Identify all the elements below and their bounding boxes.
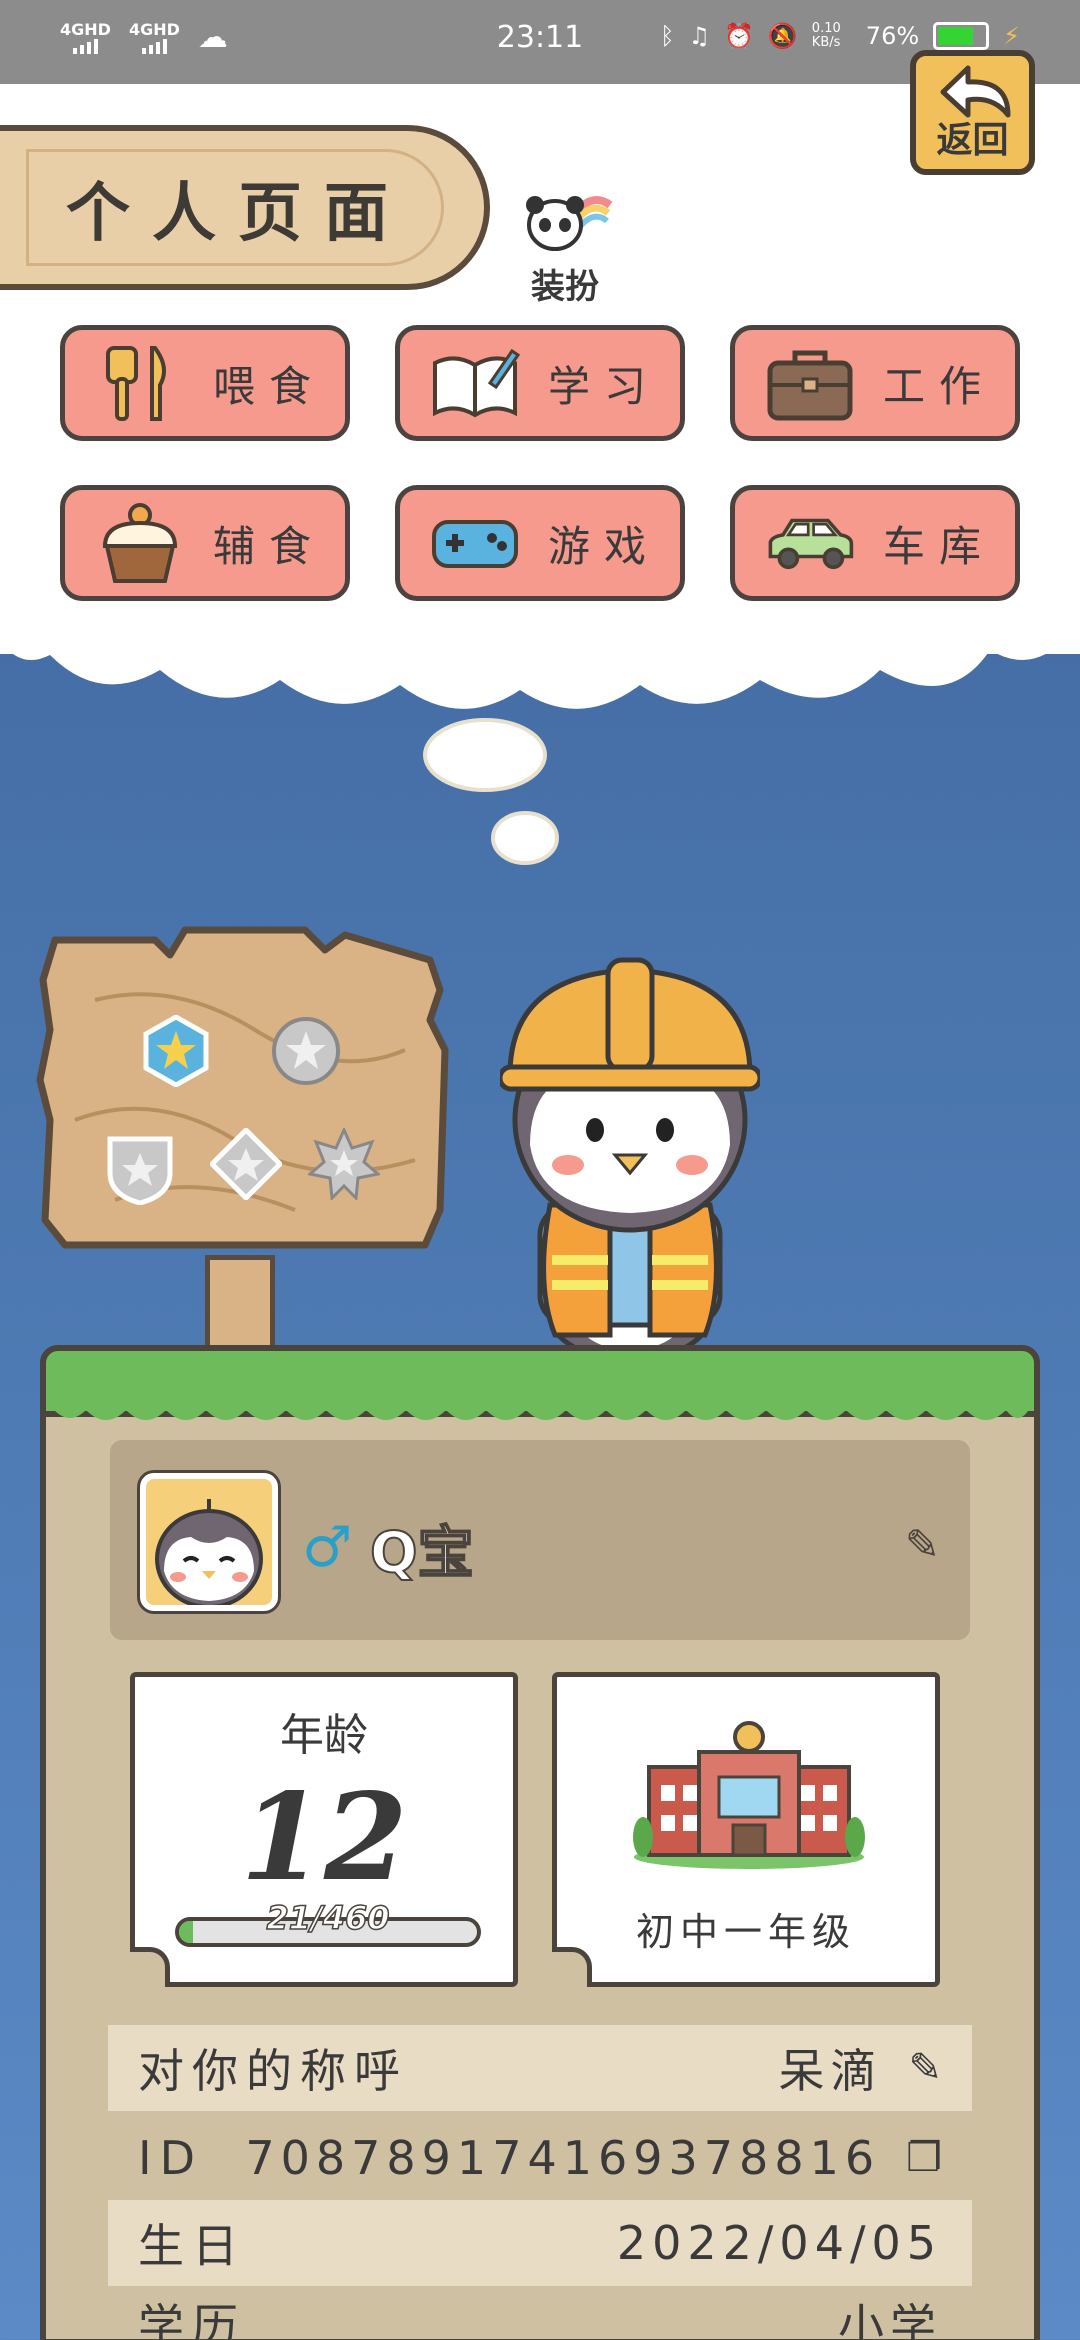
battery-icon bbox=[933, 22, 990, 51]
profile-card: ♂ Q宝 ✎ bbox=[110, 1440, 970, 1640]
nickname-label: 对你的称呼 bbox=[138, 2044, 408, 2098]
school-card[interactable]: 初中一年级 bbox=[552, 1672, 940, 1987]
edit-icon[interactable]: ✎ bbox=[908, 2045, 942, 2091]
badge-star-gold-icon[interactable] bbox=[140, 1015, 212, 1087]
education-row: 学历 小学 bbox=[108, 2290, 972, 2340]
page-title-banner: 个人页面 bbox=[0, 125, 490, 290]
id-value: 708789174169378816 bbox=[245, 2131, 881, 2185]
birthday-label: 生日 bbox=[138, 2219, 246, 2273]
back-label: 返回 bbox=[936, 120, 1009, 161]
book-pen-icon bbox=[430, 343, 520, 423]
mute-icon: 🔕 bbox=[767, 22, 798, 51]
badge-shield-gray-icon[interactable] bbox=[104, 1133, 176, 1205]
education-label: 学历 bbox=[138, 2299, 246, 2340]
age-progress-text: 21/460 bbox=[266, 1898, 391, 1938]
page-fold bbox=[552, 1947, 592, 1987]
nickname-value: 呆滴 bbox=[778, 2044, 883, 2098]
charging-icon: ⚡ bbox=[1003, 22, 1020, 51]
snack-button[interactable]: 辅食 bbox=[60, 485, 350, 601]
penguin-avatar-icon bbox=[155, 1499, 263, 1605]
garage-button[interactable]: 车库 bbox=[730, 485, 1020, 601]
copy-icon[interactable]: ❐ bbox=[906, 2135, 942, 2181]
badge-burst-gray-icon[interactable] bbox=[308, 1128, 380, 1200]
male-icon: ♂ bbox=[302, 1515, 353, 1580]
gamepad-icon bbox=[430, 503, 520, 583]
birthday-value: 2022/04/05 bbox=[616, 2216, 942, 2270]
education-value: 小学 bbox=[838, 2299, 942, 2340]
dress-up-button[interactable]: 装扮 bbox=[510, 185, 620, 308]
net-speed: 0.10 KB/s bbox=[811, 21, 841, 51]
back-button[interactable]: 返回 bbox=[910, 50, 1035, 175]
feed-button[interactable]: 喂食 bbox=[60, 325, 350, 441]
panda-rainbow-icon bbox=[526, 196, 613, 251]
alarm-icon: ⏰ bbox=[724, 22, 754, 51]
school-building-icon bbox=[633, 1721, 865, 1869]
signboard-post bbox=[205, 1255, 275, 1355]
dress-up-label: 装扮 bbox=[531, 267, 599, 307]
badge-diamond-gray-icon[interactable] bbox=[210, 1128, 282, 1200]
study-button[interactable]: 学习 bbox=[395, 325, 685, 441]
age-value: 12 bbox=[240, 1767, 408, 1908]
headphones-icon: ♫ bbox=[688, 22, 711, 51]
work-button[interactable]: 工作 bbox=[730, 325, 1020, 441]
penguin-character[interactable] bbox=[500, 955, 760, 1375]
nickname-row: 对你的称呼 呆滴 ✎ bbox=[108, 2025, 972, 2111]
cupcake-icon bbox=[95, 502, 185, 583]
age-label: 年龄 bbox=[280, 1710, 368, 1761]
bluetooth-icon: ᛒ bbox=[660, 22, 675, 51]
id-label: ID bbox=[138, 2131, 203, 2185]
fork-knife-icon bbox=[95, 343, 185, 423]
car-icon bbox=[765, 503, 855, 583]
badge-flower-gray-icon[interactable] bbox=[270, 1015, 342, 1087]
pet-name: Q宝 bbox=[369, 1520, 475, 1587]
grass-edge bbox=[46, 1400, 1034, 1420]
game-button[interactable]: 游戏 bbox=[395, 485, 685, 601]
edit-icon[interactable]: ✎ bbox=[905, 1520, 940, 1569]
thought-bubble-small bbox=[423, 718, 547, 792]
badge-signboard[interactable] bbox=[35, 920, 455, 1265]
avatar[interactable] bbox=[140, 1473, 278, 1611]
page-fold bbox=[130, 1947, 170, 1987]
briefcase-icon bbox=[765, 343, 855, 423]
birthday-row: 生日 2022/04/05 bbox=[108, 2200, 972, 2286]
grade-label: 初中一年级 bbox=[635, 1910, 856, 1954]
battery-percent: 76% bbox=[865, 22, 920, 51]
age-card: 年龄 12 21/460 bbox=[130, 1672, 518, 1987]
thought-bubble-tiny bbox=[491, 811, 559, 865]
page-title: 个人页面 bbox=[66, 176, 410, 251]
id-row: ID 708789174169378816 ❐ bbox=[108, 2115, 972, 2201]
